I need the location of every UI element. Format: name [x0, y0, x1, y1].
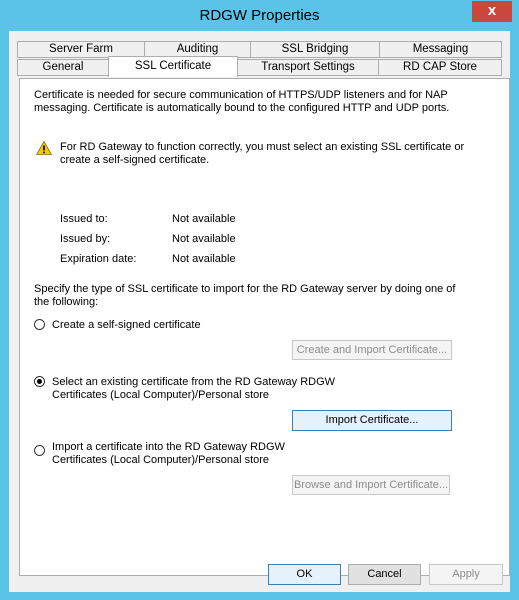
window-frame-right [510, 31, 518, 600]
intro-text-line-1: Certificate is needed for secure communi… [34, 89, 448, 101]
properties-dialog: RDGW Properties x Server Farm Auditing S… [0, 0, 519, 600]
create-and-import-certificate-button[interactable]: Create and Import Certificate... [292, 340, 452, 360]
existing-certificate-label-line-1[interactable]: Select an existing certificate from the … [52, 376, 335, 389]
tab-transport-settings[interactable]: Transport Settings [237, 59, 379, 76]
tab-ssl-bridging[interactable]: SSL Bridging [250, 41, 380, 58]
tab-general[interactable]: General [17, 59, 109, 76]
expiration-date-value: Not available [172, 253, 236, 265]
browse-and-import-certificate-button[interactable]: Browse and Import Certificate... [292, 475, 450, 495]
close-icon: x [487, 2, 497, 19]
warning-text-line-1: For RD Gateway to function correctly, yo… [60, 141, 465, 153]
ssl-certificate-panel: Certificate is needed for secure communi… [19, 78, 510, 576]
existing-certificate-label-line-2[interactable]: Certificates (Local Computer)/Personal s… [52, 389, 269, 402]
tab-messaging[interactable]: Messaging [379, 41, 502, 58]
close-button[interactable]: x [472, 1, 512, 22]
title-bar[interactable]: RDGW Properties x [1, 1, 518, 31]
window-frame-left [1, 31, 9, 600]
warning-icon [36, 141, 52, 155]
specify-text-line-1: Specify the type of SSL certificate to i… [34, 283, 456, 295]
issued-by-value: Not available [172, 233, 236, 245]
issued-by-label: Issued by: [60, 233, 111, 245]
window-title: RDGW Properties [199, 7, 320, 24]
existing-certificate-radio[interactable] [34, 376, 45, 387]
dialog-client-area: Server Farm Auditing SSL Bridging Messag… [9, 31, 510, 592]
expiration-date-label: Expiration date: [60, 253, 137, 265]
import-certificate-label-line-2[interactable]: Certificates (Local Computer)/Personal s… [52, 454, 269, 467]
import-certificate-radio[interactable] [34, 445, 45, 456]
cancel-button[interactable]: Cancel [348, 564, 421, 585]
import-certificate-label-line-1[interactable]: Import a certificate into the RD Gateway… [52, 441, 285, 454]
ok-button[interactable]: OK [268, 564, 341, 585]
specify-text-line-2: the following: [34, 296, 99, 308]
apply-button[interactable]: Apply [429, 564, 503, 585]
tab-ssl-certificate[interactable]: SSL Certificate [108, 56, 238, 77]
issued-to-value: Not available [172, 213, 236, 225]
warning-text-line-2: create a self-signed certificate. [60, 154, 210, 166]
intro-text-line-2: messaging. Certificate is automatically … [34, 102, 450, 114]
import-certificate-button[interactable]: Import Certificate... [292, 410, 452, 431]
window-frame-bottom [1, 591, 518, 599]
issued-to-label: Issued to: [60, 213, 108, 225]
tab-rd-cap-store[interactable]: RD CAP Store [378, 59, 502, 76]
self-signed-label[interactable]: Create a self-signed certificate [52, 319, 201, 332]
self-signed-radio[interactable] [34, 319, 45, 330]
